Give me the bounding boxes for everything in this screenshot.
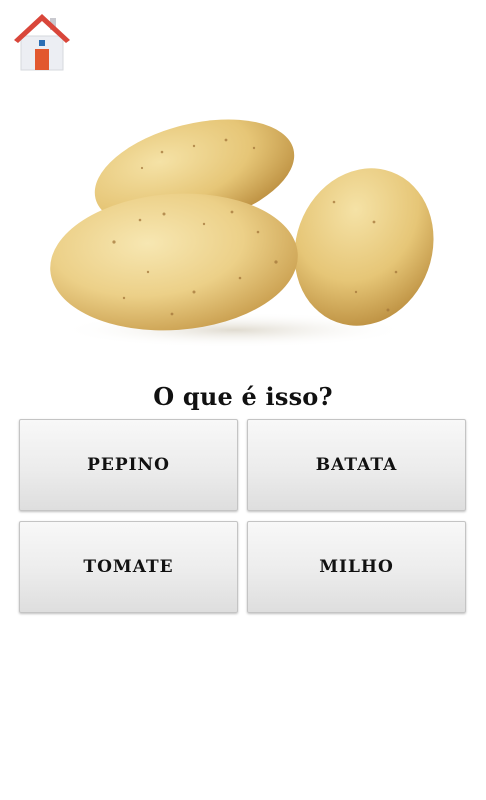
home-button[interactable] [12, 12, 72, 72]
answer-button-pepino[interactable]: PEPINO [19, 419, 238, 511]
home-icon [12, 12, 72, 72]
potatoes-image [44, 102, 444, 354]
answer-grid: PEPINO BATATA TOMATE MILHO [18, 419, 468, 614]
answer-button-tomate[interactable]: TOMATE [19, 521, 238, 613]
answer-button-milho[interactable]: MILHO [247, 521, 466, 613]
answer-button-batata[interactable]: BATATA [247, 419, 466, 511]
question-text: O que é isso? [153, 382, 333, 411]
